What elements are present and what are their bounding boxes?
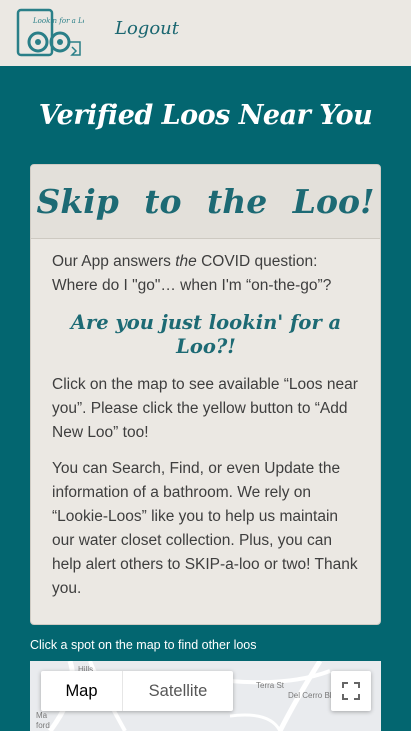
map-type-satellite-button[interactable]: Satellite bbox=[123, 671, 233, 711]
loo-logo[interactable]: Lookin for a Loo bbox=[16, 7, 91, 59]
card-header: Skip to the Loo! bbox=[31, 165, 380, 239]
top-nav-bar: Lookin for a Loo Logout bbox=[0, 0, 411, 66]
map-type-map-button[interactable]: Map bbox=[41, 671, 123, 711]
map-instructions-paragraph: Click on the map to see available “Loos … bbox=[52, 376, 358, 441]
community-paragraph: You can Search, Find, or even Update the… bbox=[52, 460, 358, 597]
card-subtitle: Are you just lookin' for a Loo?! bbox=[70, 311, 342, 358]
fullscreen-button[interactable] bbox=[331, 671, 371, 711]
logout-link[interactable]: Logout bbox=[115, 18, 179, 39]
welcome-card: Skip to the Loo! Our App answers the COV… bbox=[30, 164, 381, 625]
map-caption: Click a spot on the map to find other lo… bbox=[30, 638, 257, 652]
map-type-control: Map Satellite bbox=[41, 671, 233, 711]
intro-paragraph: Our App answers the COVID question: Wher… bbox=[52, 253, 332, 294]
page-title: Verified Loos Near You bbox=[38, 100, 373, 131]
card-title: Skip to the Loo! bbox=[36, 182, 375, 221]
logo-text: Lookin for a Loo bbox=[32, 17, 84, 25]
fullscreen-icon bbox=[342, 682, 360, 700]
street-label: Ma bbox=[36, 711, 48, 720]
card-body: Our App answers the COVID question: Wher… bbox=[31, 239, 380, 601]
google-map[interactable]: Hills Terra St Del Cerro Blvd Ma ford Ma… bbox=[30, 661, 381, 731]
street-label: ford bbox=[36, 721, 50, 730]
street-label: Terra St bbox=[256, 681, 285, 690]
